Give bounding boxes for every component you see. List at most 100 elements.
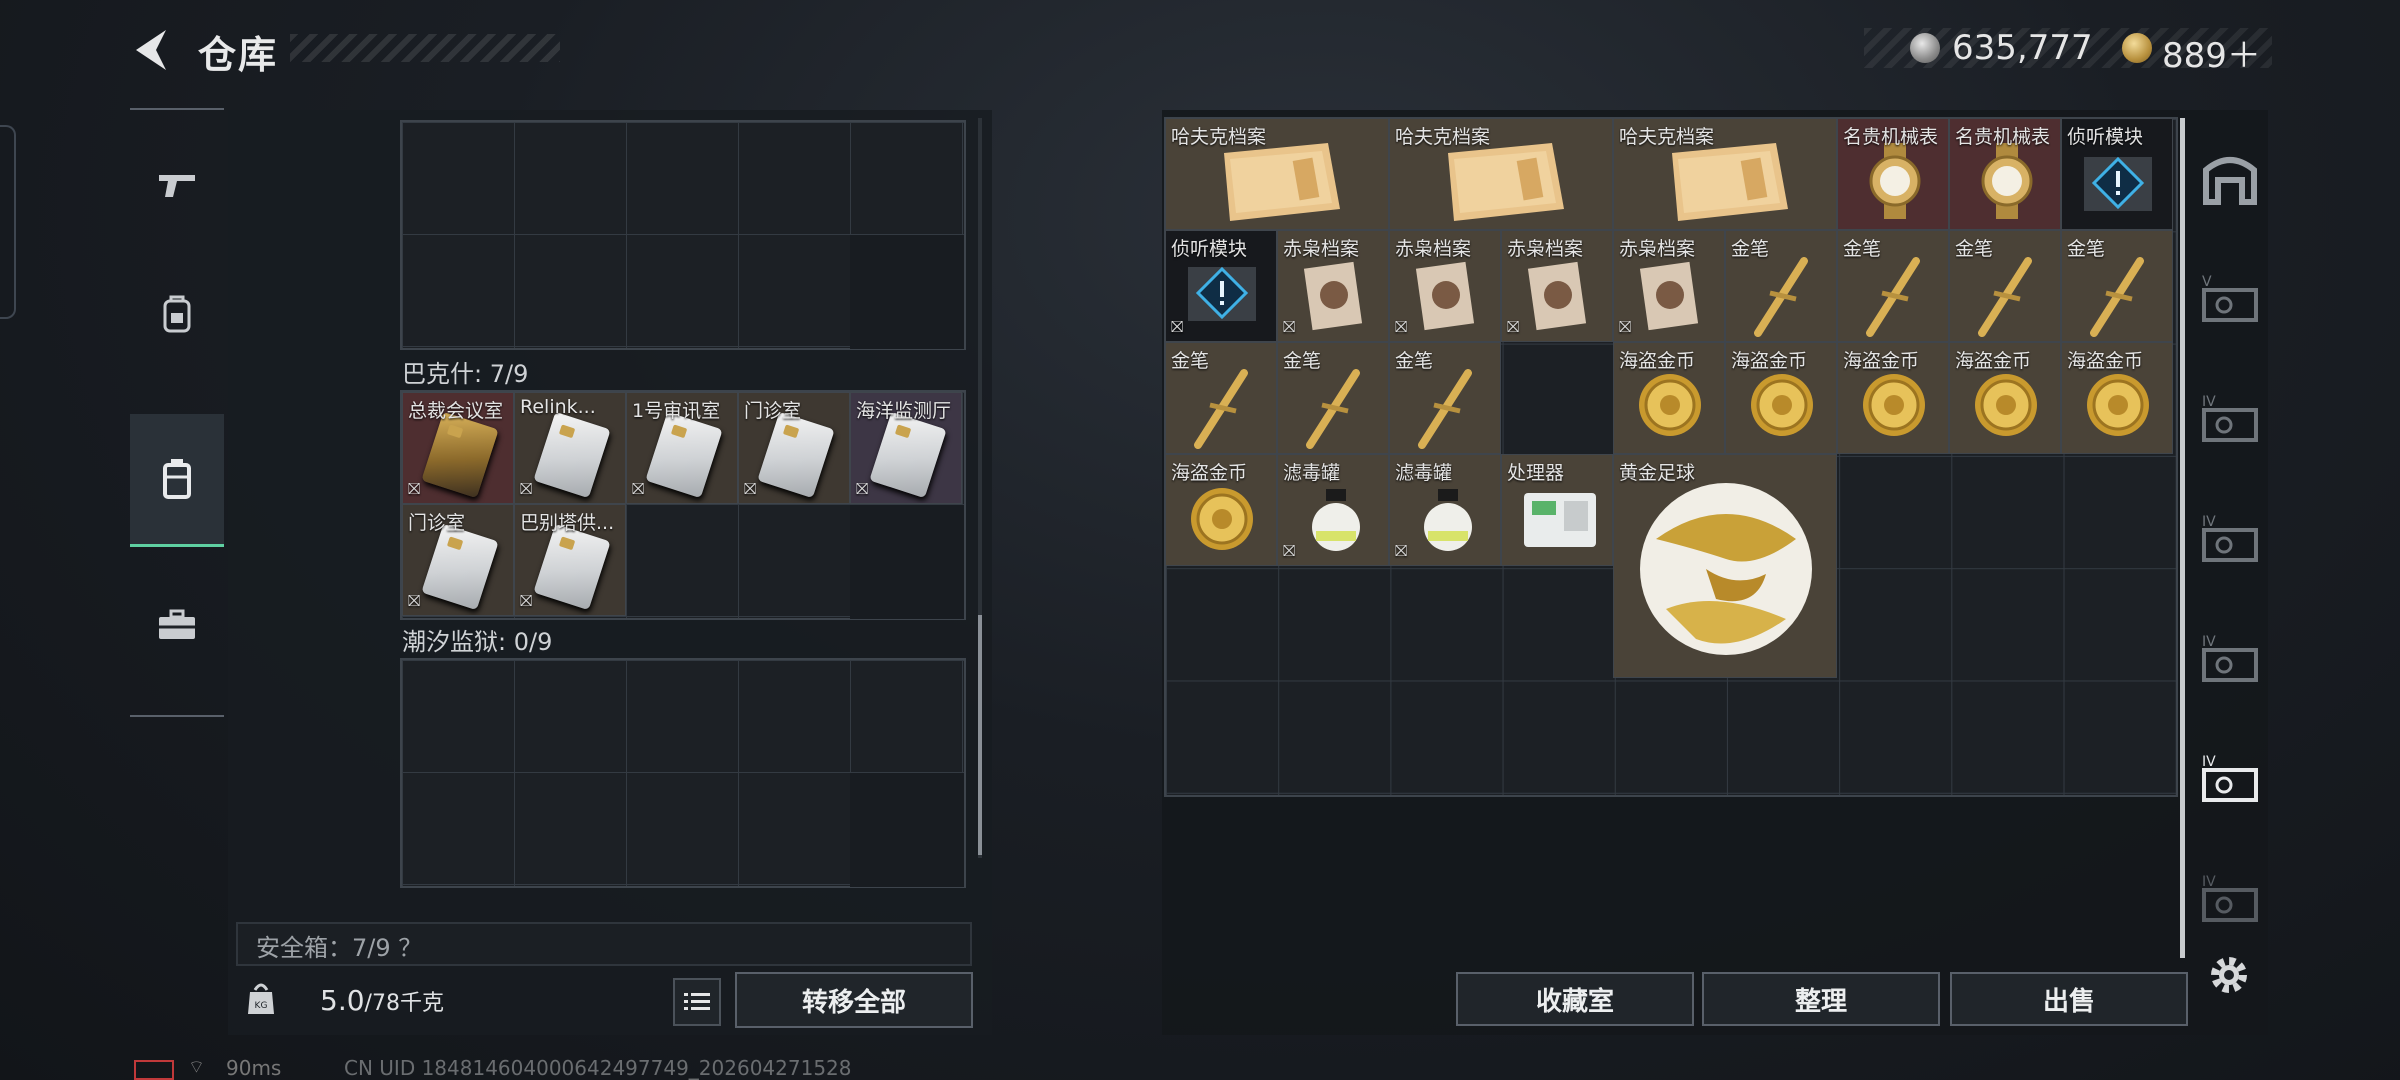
svg-text:V: V [2202, 274, 2212, 290]
bound-lock-icon: ⛝ [1283, 317, 1296, 336]
stash-item[interactable]: 哈夫克档案 [1389, 118, 1613, 230]
page-title: 仓库 [198, 33, 279, 77]
red-owl-dossier-icon [1639, 261, 1699, 331]
listening-module-icon [1188, 266, 1256, 321]
sort-button[interactable]: 整理 [1702, 972, 1940, 1026]
stash-item[interactable]: 哈夫克档案 [1165, 118, 1389, 230]
stash-item[interactable]: 海盗金币 [1613, 342, 1725, 454]
key-card-item[interactable]: 总裁会议室 ⛝ [402, 392, 514, 504]
stash-item[interactable]: 金笔 [1389, 342, 1501, 454]
stash-item[interactable]: 黄金足球 [1613, 454, 1837, 678]
grid-notch [850, 235, 964, 349]
stash-item[interactable]: 侦听模块 [2061, 118, 2173, 230]
keycard-icon [533, 411, 611, 499]
watch-icon [1981, 143, 2033, 219]
stash-tab-1[interactable]: V [2198, 270, 2262, 326]
gold-pen-icon [1978, 257, 2032, 337]
home-tab-icon [2203, 157, 2257, 205]
back-button[interactable] [128, 24, 178, 76]
side-drawer-handle[interactable] [0, 125, 16, 319]
keycard-icon [421, 411, 499, 499]
silver-coin-icon [1910, 33, 1940, 63]
key-card-item[interactable]: 巴别塔供... ⛝ [514, 504, 626, 616]
nav-backpack[interactable] [130, 250, 224, 380]
nav-toolbox[interactable] [130, 560, 224, 690]
bound-lock-icon: ⛝ [408, 479, 421, 498]
silver-amount: 635,777 [1952, 28, 2093, 68]
transfer-all-button[interactable]: 转移全部 [735, 972, 973, 1028]
stash-tab-3[interactable]: IV [2198, 510, 2262, 566]
svg-text:KG: KG [255, 1001, 268, 1011]
pirate-coin-icon [1639, 374, 1701, 436]
case-tier-tab-icon: IV [2202, 634, 2258, 682]
stash-tab-5-active[interactable]: IV [2198, 750, 2262, 806]
stash-scrollbar[interactable] [2180, 118, 2185, 958]
stash-item[interactable]: 滤毒罐 ⛝ [1277, 454, 1389, 566]
weight-icon: KG [246, 980, 276, 1016]
pirate-coin-icon [1191, 488, 1253, 550]
stash-item[interactable]: 名贵机械表 [1949, 118, 2061, 230]
stash-item[interactable]: 海盗金币 [2061, 342, 2173, 454]
weight-max: /78千克 [364, 991, 444, 1016]
stash-item[interactable]: 金笔 [1277, 342, 1389, 454]
bound-lock-icon: ⛝ [1395, 541, 1408, 560]
bound-lock-icon: ⛝ [1283, 541, 1296, 560]
stash-item[interactable]: 金笔 [1949, 230, 2061, 342]
gold-pen-icon [1754, 257, 1808, 337]
stash-tab-6[interactable]: IV [2198, 870, 2262, 926]
processor-icon [1524, 493, 1596, 547]
settings-gear-icon[interactable] [2204, 950, 2254, 1000]
key-card-item[interactable]: 海洋监测厅 ⛝ [850, 392, 962, 504]
sell-button[interactable]: 出售 [1950, 972, 2188, 1026]
stash-item[interactable]: 赤枭档案 ⛝ [1501, 230, 1613, 342]
key-card-item[interactable]: Relink... ⛝ [514, 392, 626, 504]
stash-item[interactable]: 滤毒罐 ⛝ [1389, 454, 1501, 566]
stash-tab-4[interactable]: IV [2198, 630, 2262, 686]
nav-secure-case[interactable] [130, 414, 224, 547]
bound-lock-icon: ⛝ [408, 591, 421, 610]
stash-item[interactable]: 赤枭档案 ⛝ [1277, 230, 1389, 342]
toolbox-icon [159, 609, 195, 639]
weight-current: 5.0 [320, 984, 365, 1017]
gold-pen-icon [1418, 369, 1472, 449]
stash-item[interactable]: 海盗金币 [1725, 342, 1837, 454]
stash-item[interactable]: 海盗金币 [1949, 342, 2061, 454]
grid-notch [850, 773, 964, 887]
stash-item[interactable]: 海盗金币 [1165, 454, 1277, 566]
key-card-item[interactable]: 门诊室 ⛝ [738, 392, 850, 504]
stash-item[interactable]: 海盗金币 [1837, 342, 1949, 454]
stash-item[interactable]: 金笔 [1837, 230, 1949, 342]
stash-item[interactable]: 处理器 [1501, 454, 1613, 566]
key-card-item[interactable]: 门诊室 ⛝ [402, 504, 514, 616]
gun-icon [159, 175, 195, 197]
nav-weapons[interactable] [130, 120, 224, 250]
keycard-icon [645, 411, 723, 499]
stash-item[interactable]: 金笔 [2061, 230, 2173, 342]
left-scrollbar-thumb[interactable] [978, 615, 982, 855]
back-arrow-icon [136, 30, 166, 70]
stash-item[interactable]: 金笔 [1725, 230, 1837, 342]
dossier-icon [1448, 143, 1564, 221]
key-card-item[interactable]: 1号审讯室 ⛝ [626, 392, 738, 504]
stash-tab-2[interactable]: IV [2198, 390, 2262, 446]
stash-item[interactable]: 名贵机械表 [1837, 118, 1949, 230]
svg-text:IV: IV [2202, 634, 2216, 650]
bound-lock-icon: ⛝ [1395, 317, 1408, 336]
listening-module-icon [2084, 156, 2152, 211]
keycard-icon [533, 523, 611, 611]
gold-coin-icon [2122, 33, 2152, 63]
list-icon [684, 993, 710, 1010]
gold-amount[interactable]: 889＋ [2162, 28, 2261, 77]
weight-display: 5.0/78千克 [320, 984, 444, 1017]
stash-item[interactable]: 赤枭档案 ⛝ [1613, 230, 1725, 342]
red-owl-dossier-icon [1415, 261, 1475, 331]
section-title-tide-prison: 潮汐监狱: 0/9 [402, 628, 553, 656]
list-view-button[interactable] [673, 978, 721, 1026]
stash-item[interactable]: 赤枭档案 ⛝ [1389, 230, 1501, 342]
stash-item[interactable]: 金笔 [1165, 342, 1277, 454]
stash-home-tab[interactable] [2198, 150, 2262, 206]
stash-item[interactable]: 侦听模块 ⛝ [1165, 230, 1277, 342]
case-tier-tab-icon: IV [2202, 754, 2258, 802]
collection-room-button[interactable]: 收藏室 [1456, 972, 1694, 1026]
stash-item[interactable]: 哈夫克档案 [1613, 118, 1837, 230]
